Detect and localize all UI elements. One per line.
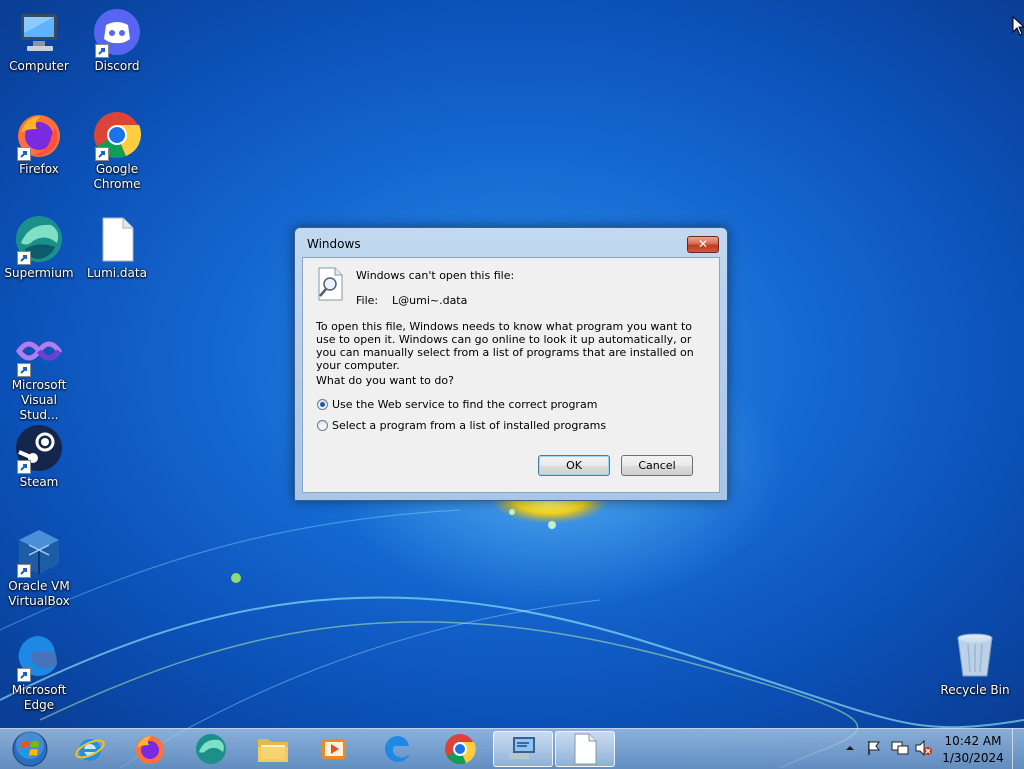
dialog-title: Windows: [307, 237, 361, 251]
dialog-heading: Windows can't open this file:: [356, 269, 515, 282]
desktop-icon-firefox[interactable]: Firefox: [0, 111, 78, 177]
taskbar-chrome[interactable]: [432, 731, 488, 767]
shortcut-arrow-icon: [95, 147, 109, 161]
ok-button[interactable]: OK: [538, 455, 610, 476]
desktop-icon-discord[interactable]: Discord: [78, 8, 156, 74]
dialog-question: What do you want to do?: [316, 374, 454, 387]
shortcut-arrow-icon: [17, 668, 31, 682]
volume-muted-icon[interactable]: [915, 740, 933, 756]
file-explorer-icon: [258, 739, 288, 762]
desktop-icon-lumi-data[interactable]: Lumi.data: [78, 215, 156, 281]
cancel-button[interactable]: Cancel: [621, 455, 693, 476]
desktop-icon-label: Google Chrome: [93, 162, 141, 191]
taskbar-file-explorer[interactable]: [245, 731, 301, 767]
media-player-icon: [322, 739, 346, 759]
start-button[interactable]: [2, 731, 58, 767]
internet-explorer-icon: [75, 739, 105, 761]
file-search-icon: [318, 267, 343, 301]
taskbar-edge[interactable]: [370, 731, 426, 767]
firefox-icon: [136, 736, 164, 764]
desktop-icon-visual-studio[interactable]: Microsoft Visual Stud...: [0, 327, 78, 423]
option-select-program-label[interactable]: Select a program from a list of installe…: [332, 419, 606, 432]
network-window-icon: [509, 737, 535, 759]
recycle-bin-icon: [951, 632, 999, 680]
clock-time[interactable]: 10:42 AM: [940, 734, 1006, 748]
edge-icon: [15, 632, 63, 682]
radio-web-service[interactable]: [317, 399, 328, 410]
desktop-icon-label: Discord: [94, 59, 140, 73]
firefox-icon: [15, 111, 63, 161]
supermium-icon: [15, 215, 63, 265]
mouse-cursor-icon: [1012, 16, 1024, 36]
show-desktop-button[interactable]: [1012, 729, 1024, 769]
computer-icon: [15, 8, 63, 56]
close-button[interactable]: ✕: [687, 236, 719, 253]
option-web-service-label[interactable]: Use the Web service to find the correct …: [332, 398, 597, 411]
shortcut-arrow-icon: [17, 147, 31, 161]
show-hidden-icons-icon[interactable]: [845, 743, 855, 753]
desktop-icon-virtualbox[interactable]: Oracle VM VirtualBox: [0, 528, 78, 609]
dialog-body: Windows can't open this file: File: L@um…: [302, 257, 720, 493]
desktop-icon-label: Recycle Bin: [940, 683, 1010, 697]
desktop-icon-label: Firefox: [19, 162, 59, 176]
clock-date[interactable]: 1/30/2024: [940, 751, 1006, 765]
desktop-icon-steam[interactable]: Steam: [0, 424, 78, 490]
desktop-icon-edge[interactable]: Microsoft Edge: [0, 632, 78, 713]
taskbar-internet-explorer[interactable]: [62, 731, 118, 767]
edge-icon: [385, 736, 410, 762]
shortcut-arrow-icon: [17, 564, 31, 578]
desktop-icon-chrome[interactable]: Google Chrome: [78, 111, 156, 192]
chrome-icon: [93, 111, 142, 161]
desktop-icon-recycle-bin[interactable]: Recycle Bin: [936, 632, 1014, 698]
taskbar-media-player[interactable]: [306, 731, 362, 767]
chrome-icon: [445, 734, 476, 765]
desktop-icon-label: Lumi.data: [87, 266, 147, 280]
network-icon[interactable]: [891, 740, 909, 756]
desktop-icon-label: Oracle VM VirtualBox: [8, 579, 70, 608]
virtualbox-icon: [15, 528, 63, 578]
shortcut-arrow-icon: [95, 44, 109, 58]
taskbar-open-window-network[interactable]: [493, 731, 553, 767]
blank-document-icon: [574, 733, 597, 765]
desktop-icon-label: Steam: [19, 475, 59, 489]
visual-studio-icon: [15, 327, 63, 377]
dialog-description: To open this file, Windows needs to know…: [316, 320, 694, 372]
action-center-flag-icon[interactable]: [866, 740, 882, 756]
windows-logo-icon: [12, 731, 48, 767]
desktop-icon-label: Computer: [9, 59, 69, 73]
taskbar-firefox[interactable]: [122, 731, 178, 767]
file-icon: [93, 215, 141, 263]
file-label: File:: [356, 294, 379, 307]
shortcut-arrow-icon: [17, 363, 31, 377]
shortcut-arrow-icon: [17, 460, 31, 474]
desktop-icon-label: Microsoft Visual Stud...: [11, 378, 67, 422]
desktop-icon-computer[interactable]: Computer: [0, 8, 78, 74]
taskbar-open-window-document[interactable]: [555, 731, 615, 767]
open-with-dialog: Windows ✕ Windows can't open this file: …: [294, 227, 728, 501]
file-name: L@umi~.data: [392, 294, 468, 307]
steam-icon: [15, 424, 63, 474]
taskbar: 10:42 AM 1/30/2024: [0, 728, 1024, 769]
desktop-icon-label: Supermium: [4, 266, 74, 280]
desktop-icon-supermium[interactable]: Supermium: [0, 215, 78, 281]
taskbar-supermium[interactable]: [183, 731, 239, 767]
desktop-icon-label: Microsoft Edge: [11, 683, 67, 712]
radio-select-program[interactable]: [317, 420, 328, 431]
shortcut-arrow-icon: [17, 251, 31, 265]
discord-icon: [93, 8, 141, 58]
supermium-icon: [196, 734, 226, 764]
